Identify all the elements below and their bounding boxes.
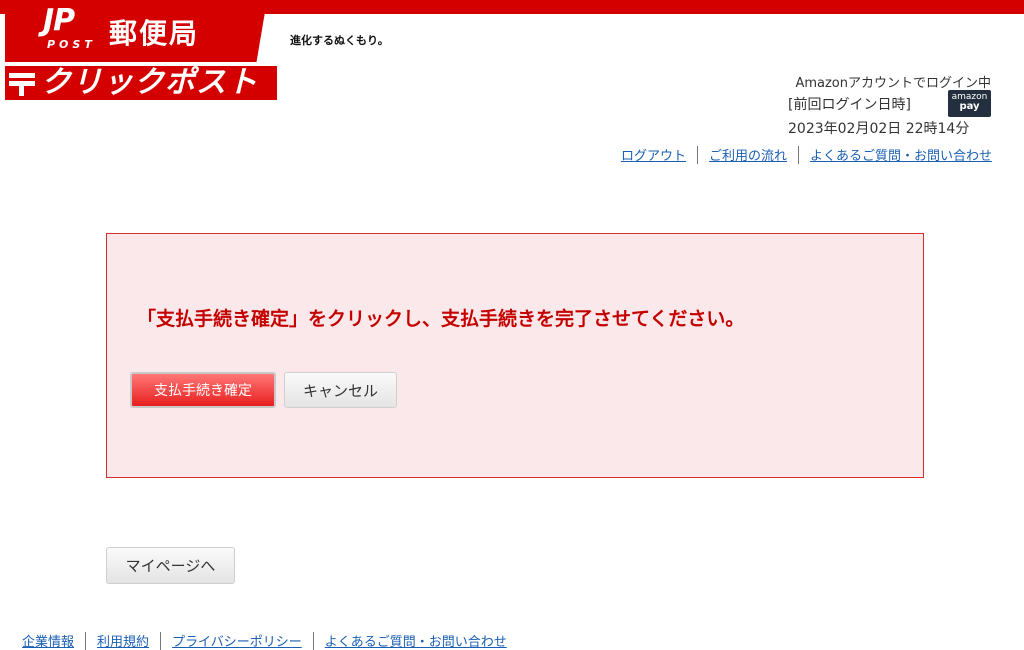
footer-terms-link[interactable]: 利用規約 xyxy=(97,631,149,650)
footer-faq-link[interactable]: よくあるご質問・お問い合わせ xyxy=(325,631,507,650)
footer-divider xyxy=(85,631,87,650)
clickpost-logo[interactable]: クリックポスト xyxy=(5,66,277,100)
mypage-button[interactable]: マイページへ xyxy=(106,547,235,584)
logout-link[interactable]: ログアウト xyxy=(621,145,686,164)
japan-post-logo[interactable]: JP POST 郵便局 xyxy=(5,0,267,62)
footer-divider xyxy=(160,631,162,650)
last-login-label: [前回ログイン日時] xyxy=(788,97,911,113)
tagline: 進化するぬくもり。 xyxy=(290,34,389,47)
login-status: Amazonアカウントでログイン中 xyxy=(795,76,991,91)
cancel-button[interactable]: キャンセル xyxy=(284,372,397,408)
jp-mark: JP xyxy=(43,3,75,38)
usage-flow-link[interactable]: ご利用の流れ xyxy=(709,145,787,164)
top-nav: ログアウト ご利用の流れ よくあるご質問・お問い合わせ xyxy=(621,145,992,164)
footer-nav: 企業情報 利用規約 プライバシーポリシー よくあるご質問・お問い合わせ xyxy=(22,631,507,650)
payment-instruction-message: 「支払手続き確定」をクリックし、支払手続きを完了させてください。 xyxy=(137,308,745,330)
faq-link[interactable]: よくあるご質問・お問い合わせ xyxy=(810,145,992,164)
clickpost-logo-text: クリックポスト xyxy=(41,65,258,100)
post-mark-icon xyxy=(9,70,39,96)
jp-post-text: POST xyxy=(47,38,96,51)
confirm-payment-button[interactable]: 支払手続き確定 xyxy=(130,372,276,408)
amazon-pay-line2: pay xyxy=(959,101,980,112)
footer-company-link[interactable]: 企業情報 xyxy=(22,631,74,650)
footer-privacy-link[interactable]: プライバシーポリシー xyxy=(172,631,302,650)
nav-divider xyxy=(797,145,799,164)
footer-divider xyxy=(312,631,314,650)
amazon-pay-icon: amazon pay xyxy=(948,90,991,117)
payment-confirm-panel: 「支払手続き確定」をクリックし、支払手続きを完了させてください。 支払手続き確定… xyxy=(106,233,924,478)
last-login-value: 2023年02月02日 22時14分 xyxy=(788,121,970,137)
nav-divider xyxy=(696,145,698,164)
jp-post-name: 郵便局 xyxy=(109,17,200,50)
